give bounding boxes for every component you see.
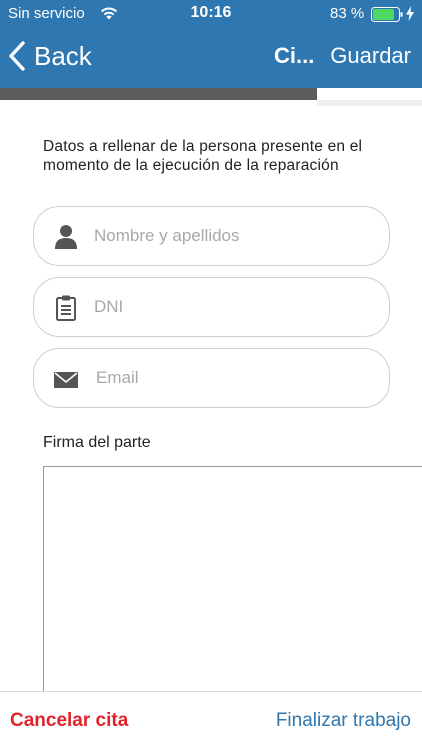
progress-fill: [0, 88, 317, 100]
cancel-appointment-button[interactable]: Cancelar cita: [10, 710, 128, 732]
status-bar: Sin servicio 10:16 83 %: [0, 0, 422, 30]
finish-job-button[interactable]: Finalizar trabajo: [276, 710, 411, 732]
back-button[interactable]: Back: [8, 38, 92, 74]
name-input[interactable]: [94, 207, 374, 265]
chevron-left-icon: [9, 41, 25, 71]
dni-input[interactable]: [94, 278, 374, 336]
person-icon: [55, 225, 77, 249]
footer-bar: Cancelar cita Finalizar trabajo: [0, 691, 422, 750]
page-title: Ci...: [274, 43, 315, 68]
name-field[interactable]: [33, 206, 390, 266]
app-header: Sin servicio 10:16 83 % Back Ci... Guard…: [0, 0, 422, 100]
battery-percent: 83 %: [330, 5, 365, 22]
battery-icon: [371, 7, 403, 22]
signature-label: Firma del parte: [43, 434, 151, 451]
nav-bar: Back Ci... Guardar: [0, 30, 422, 82]
progress-remaining: [317, 100, 422, 106]
dni-field[interactable]: [33, 277, 390, 337]
email-field[interactable]: [33, 348, 390, 408]
back-label: Back: [34, 40, 92, 71]
charging-bolt-icon: [406, 6, 414, 21]
envelope-icon: [54, 372, 78, 388]
save-button[interactable]: Guardar: [330, 43, 411, 69]
clipboard-icon: [56, 295, 76, 321]
form-intro-text: Datos a rellenar de la persona presente …: [43, 138, 363, 174]
email-input[interactable]: [96, 349, 376, 407]
signature-pad[interactable]: [43, 466, 422, 692]
